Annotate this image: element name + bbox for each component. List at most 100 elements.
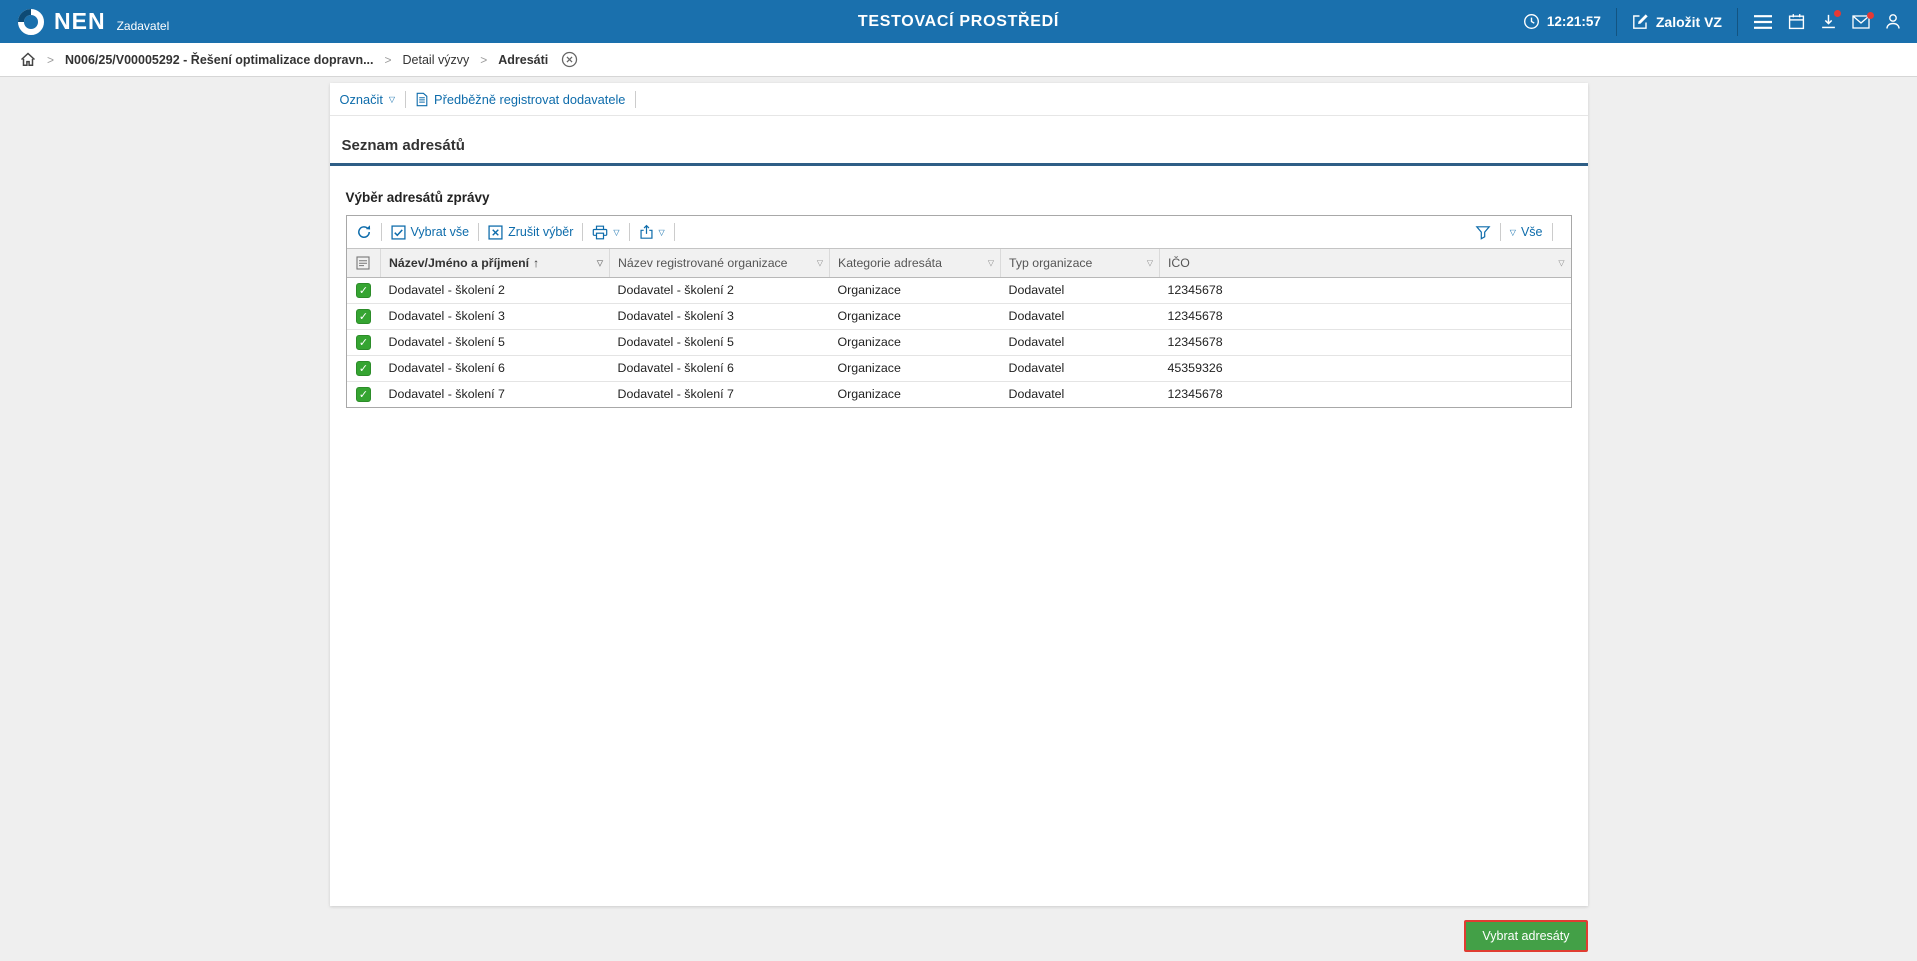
toolbar-divider bbox=[635, 91, 636, 108]
toolbar-divider bbox=[381, 223, 382, 241]
chevron-down-icon: ▽ bbox=[1510, 228, 1516, 237]
toolbar-divider bbox=[582, 223, 583, 241]
cell-category: Organizace bbox=[830, 355, 1001, 381]
cell-name: Dodavatel - školení 3 bbox=[381, 303, 610, 329]
document-icon bbox=[416, 92, 428, 107]
sort-asc-icon: ↑ bbox=[533, 256, 539, 270]
create-vz-button[interactable]: Založit VZ bbox=[1632, 13, 1722, 30]
cell-category: Organizace bbox=[830, 277, 1001, 303]
cell-ico: 12345678 bbox=[1160, 381, 1571, 407]
notification-dot bbox=[1834, 10, 1841, 17]
table-row[interactable]: ✓ Dodavatel - školení 7Dodavatel - školen… bbox=[347, 381, 1571, 407]
row-select-cell: ✓ bbox=[347, 355, 381, 381]
calendar-icon[interactable] bbox=[1788, 13, 1805, 30]
column-header-ico[interactable]: IČO ▽ bbox=[1160, 249, 1571, 277]
row-checkbox-checked[interactable]: ✓ bbox=[356, 283, 371, 298]
content-area: Označit ▽ Předběžně registrovat dodavate… bbox=[0, 77, 1917, 952]
brand-subtitle: Zadavatel bbox=[117, 19, 170, 33]
addressee-table: Název/Jméno a příjmení ↑ ▽ Název registro… bbox=[347, 249, 1571, 407]
toolbar-divider bbox=[1552, 223, 1553, 241]
clear-selection-label: Zrušit výběr bbox=[508, 225, 573, 239]
row-select-cell: ✓ bbox=[347, 329, 381, 355]
view-all-label: Vše bbox=[1521, 225, 1543, 239]
column-filter-icon[interactable]: ▽ bbox=[817, 258, 823, 267]
breadcrumb-item-procurement[interactable]: N006/25/V00005292 - Řešení optimalizace … bbox=[65, 53, 373, 67]
nen-logo-icon bbox=[16, 7, 46, 37]
column-header-org[interactable]: Název registrované organizace ▽ bbox=[610, 249, 830, 277]
row-select-cell: ✓ bbox=[347, 381, 381, 407]
toolbar-divider bbox=[629, 223, 630, 241]
checkbox-cross-icon bbox=[488, 225, 503, 240]
mark-label: Označit bbox=[340, 92, 383, 107]
top-header: NEN Zadavatel TESTOVACÍ PROSTŘEDÍ 12:21:… bbox=[0, 0, 1917, 43]
toolbar-divider bbox=[405, 91, 406, 108]
refresh-icon[interactable] bbox=[356, 224, 372, 240]
header-controls: 12:21:57 Založit VZ bbox=[1523, 8, 1901, 36]
column-filter-icon[interactable]: ▽ bbox=[1558, 258, 1564, 267]
row-checkbox-checked[interactable]: ✓ bbox=[356, 387, 371, 402]
toolbar-divider bbox=[674, 223, 675, 241]
chevron-down-icon: ▽ bbox=[389, 95, 395, 104]
column-header-type[interactable]: Typ organizace ▽ bbox=[1001, 249, 1160, 277]
row-checkbox-checked[interactable]: ✓ bbox=[356, 361, 371, 376]
mail-icon[interactable] bbox=[1852, 15, 1870, 29]
table-row[interactable]: ✓Dodavatel - školení 5Dodavatel - školen… bbox=[347, 329, 1571, 355]
breadcrumb-item-detail[interactable]: Detail výzvy bbox=[403, 53, 470, 67]
export-icon bbox=[639, 224, 654, 240]
cell-type: Dodavatel bbox=[1001, 277, 1160, 303]
section-title: Seznam adresátů bbox=[330, 137, 1588, 166]
cell-ico: 12345678 bbox=[1160, 303, 1571, 329]
home-icon[interactable] bbox=[20, 52, 36, 67]
chevron-right-icon: > bbox=[480, 53, 487, 67]
mark-dropdown[interactable]: Označit ▽ bbox=[340, 92, 396, 107]
cell-org: Dodavatel - školení 6 bbox=[610, 355, 830, 381]
row-checkbox-checked[interactable]: ✓ bbox=[356, 309, 371, 324]
row-checkbox-checked[interactable]: ✓ bbox=[356, 335, 371, 350]
column-filter-icon[interactable]: ▽ bbox=[988, 258, 994, 267]
cell-org: Dodavatel - školení 3 bbox=[610, 303, 830, 329]
print-dropdown[interactable]: ▽ bbox=[592, 225, 619, 240]
footer-actions: Vybrat adresáty bbox=[330, 920, 1588, 952]
create-vz-label: Založit VZ bbox=[1656, 14, 1722, 30]
cell-category: Organizace bbox=[830, 303, 1001, 329]
column-header-category[interactable]: Kategorie adresáta ▽ bbox=[830, 249, 1001, 277]
grid-toolbar: Vybrat vše Zrušit výběr bbox=[347, 216, 1571, 249]
checkbox-check-icon bbox=[391, 225, 406, 240]
user-icon[interactable] bbox=[1885, 13, 1901, 30]
column-label: Název/Jméno a příjmení bbox=[389, 256, 529, 270]
cell-name: Dodavatel - školení 7 bbox=[381, 381, 610, 407]
table-row[interactable]: ✓Dodavatel - školení 2Dodavatel - školen… bbox=[347, 277, 1571, 303]
menu-icon[interactable] bbox=[1753, 14, 1773, 30]
select-column-header[interactable] bbox=[347, 249, 381, 277]
cell-ico: 12345678 bbox=[1160, 277, 1571, 303]
table-row[interactable]: ✓ Dodavatel - školení 3Dodavatel - školen… bbox=[347, 303, 1571, 329]
column-label: Název registrované organizace bbox=[618, 256, 788, 270]
cell-org: Dodavatel - školení 7 bbox=[610, 381, 830, 407]
brand-name: NEN bbox=[54, 8, 106, 35]
download-icon[interactable] bbox=[1820, 13, 1837, 30]
select-all-button[interactable]: Vybrat vše bbox=[391, 225, 470, 240]
close-tab-icon[interactable] bbox=[561, 51, 578, 68]
header-divider bbox=[1616, 8, 1617, 36]
cell-type: Dodavatel bbox=[1001, 329, 1160, 355]
select-addressees-button[interactable]: Vybrat adresáty bbox=[1464, 920, 1587, 952]
export-dropdown[interactable]: ▽ bbox=[639, 224, 665, 240]
preregister-label: Předběžně registrovat dodavatele bbox=[434, 92, 625, 107]
column-filter-icon[interactable]: ▽ bbox=[597, 258, 603, 267]
clock: 12:21:57 bbox=[1523, 13, 1601, 30]
filter-icon[interactable] bbox=[1475, 225, 1491, 240]
printer-icon bbox=[592, 225, 608, 240]
column-label: Typ organizace bbox=[1009, 256, 1092, 270]
cell-category: Organizace bbox=[830, 329, 1001, 355]
breadcrumb-item-addressees[interactable]: Adresáti bbox=[498, 53, 548, 67]
clear-selection-button[interactable]: Zrušit výběr bbox=[488, 225, 573, 240]
preregister-supplier-button[interactable]: Předběžně registrovat dodavatele bbox=[416, 92, 625, 107]
cell-name: Dodavatel - školení 6 bbox=[381, 355, 610, 381]
column-filter-icon[interactable]: ▽ bbox=[1147, 258, 1153, 267]
table-row[interactable]: ✓ Dodavatel - školení 6Dodavatel - školen… bbox=[347, 355, 1571, 381]
cell-ico: 12345678 bbox=[1160, 329, 1571, 355]
view-all-dropdown[interactable]: ▽ Vše bbox=[1510, 225, 1543, 239]
column-header-name[interactable]: Název/Jméno a příjmení ↑ ▽ bbox=[381, 249, 610, 277]
brand[interactable]: NEN Zadavatel bbox=[16, 7, 169, 37]
select-all-label: Vybrat vše bbox=[411, 225, 470, 239]
